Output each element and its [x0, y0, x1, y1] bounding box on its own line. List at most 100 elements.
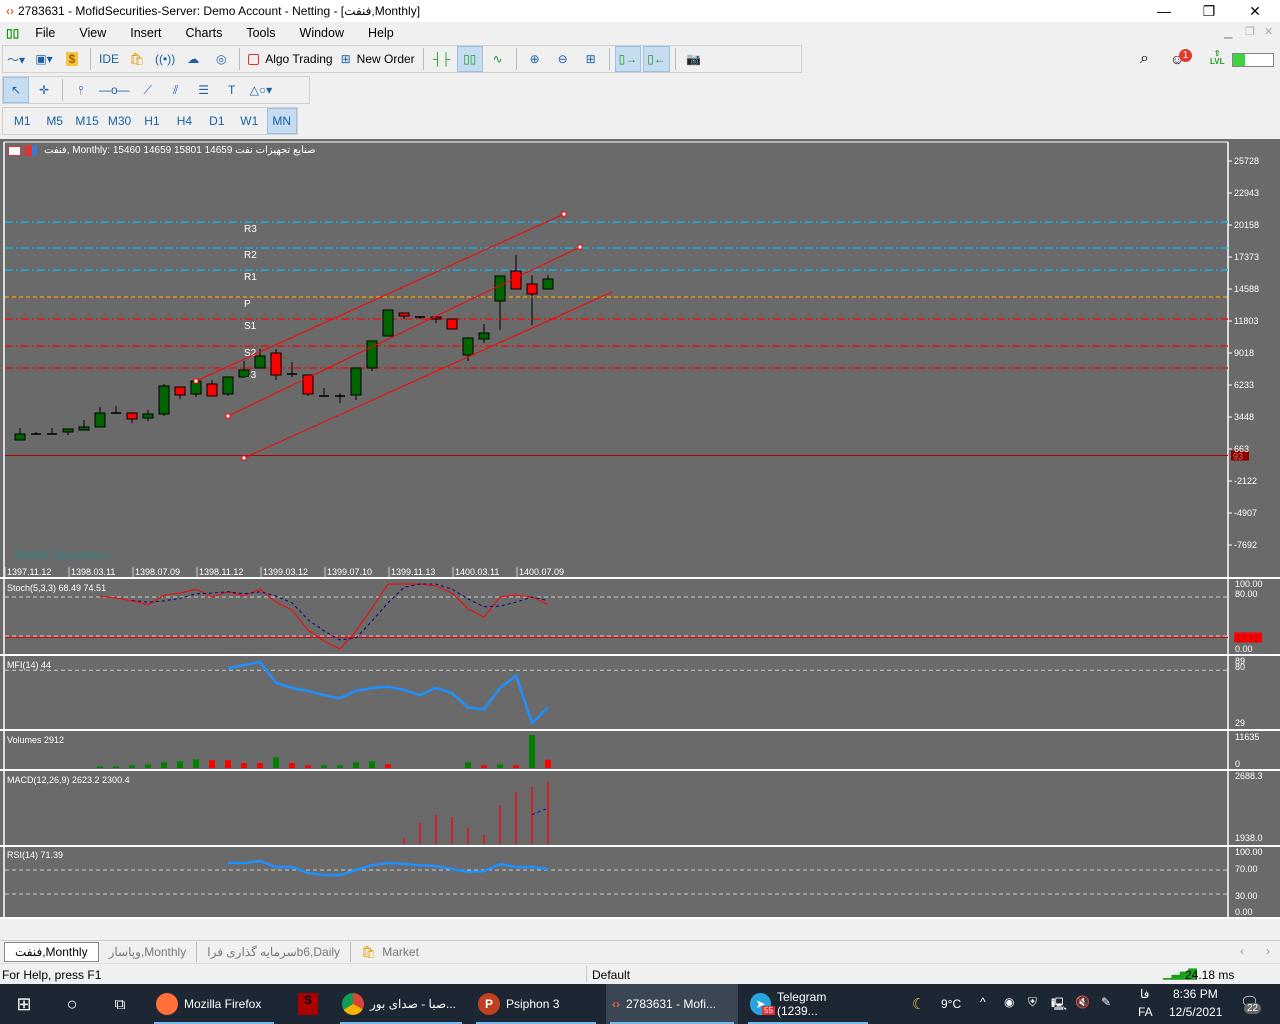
- shapes-button[interactable]: △○▾: [247, 77, 276, 103]
- equidistant-channel-button[interactable]: ⫽: [163, 77, 189, 103]
- menu-tools[interactable]: Tools: [234, 26, 287, 40]
- show-hidden-icons[interactable]: ^: [980, 995, 986, 1009]
- market-bag-button[interactable]: 🛍: [124, 46, 150, 72]
- taskbar-psiphon[interactable]: P Psiphon 3: [472, 984, 600, 1024]
- clock-time[interactable]: 8:36 PM: [1173, 987, 1218, 1001]
- pen-icon[interactable]: ✎: [1101, 995, 1111, 1009]
- algo-trading-button[interactable]: Algo Trading: [245, 46, 335, 72]
- community-button[interactable]: ◎: [208, 46, 234, 72]
- timeframe-m30[interactable]: M30: [104, 108, 134, 134]
- chart-window[interactable]: R3 R2 R1 P S1 S2 S3 25728 22943 20158 17373 14588 11…: [0, 139, 1280, 919]
- ide-button[interactable]: IDE: [96, 46, 122, 72]
- text-button[interactable]: T: [219, 77, 245, 103]
- shopping-bag-icon: 🛍: [361, 944, 377, 959]
- indicators-button[interactable]: ▣▾: [31, 46, 57, 72]
- timeframe-w1[interactable]: W1: [234, 108, 264, 134]
- chart-type-button[interactable]: 〜▾: [3, 46, 29, 72]
- menu-insert[interactable]: Insert: [118, 26, 173, 40]
- weather-moon-icon[interactable]: ☾: [912, 995, 925, 1013]
- new-order-button[interactable]: ⊞ New Order: [338, 46, 418, 72]
- menu-file[interactable]: File: [23, 26, 67, 40]
- separator: [90, 48, 91, 70]
- zoom-out-button[interactable]: ⊖: [550, 46, 576, 72]
- signals-button[interactable]: ((•)): [152, 46, 178, 72]
- menu-charts[interactable]: Charts: [174, 26, 235, 40]
- network-icon[interactable]: 🖳: [1051, 995, 1067, 1016]
- child-restore-button[interactable]: ❐: [1245, 25, 1255, 38]
- candle-body: [158, 385, 170, 415]
- vps-button[interactable]: ☁: [180, 46, 206, 72]
- candle-body: [350, 367, 362, 396]
- taskbar-metatrader[interactable]: ‹› 2783631 - Mofi...: [606, 984, 738, 1024]
- volume-muted-icon[interactable]: 🔇: [1075, 995, 1090, 1009]
- help-text: For Help, press F1: [2, 968, 102, 982]
- vertical-line-button[interactable]: ⫯: [68, 77, 94, 103]
- timeframe-mn[interactable]: MN: [266, 108, 298, 134]
- screenshot-button[interactable]: 📷: [681, 46, 707, 72]
- timeframe-m5[interactable]: M5: [39, 108, 69, 134]
- task-view-button[interactable]: ⧉: [104, 984, 136, 1024]
- volume-bar: [113, 766, 119, 768]
- status-bar: For Help, press F1 Default ▁▃▅▇ 24.18 ms: [0, 963, 1280, 984]
- line-chart-button[interactable]: ∿: [485, 46, 511, 72]
- zoom-in-button[interactable]: ⊕: [522, 46, 548, 72]
- tile-windows-button[interactable]: ⊞: [578, 46, 604, 72]
- bar-chart-button[interactable]: ┤├: [429, 46, 455, 72]
- taskbar-app-s[interactable]: S: [292, 984, 324, 1024]
- rsi-tick-label: 30.00: [1235, 891, 1258, 901]
- price-chart[interactable]: R3R2R1PS1S2S3257282294320158173731458811…: [0, 139, 1280, 919]
- timeframe-h4[interactable]: H4: [169, 108, 199, 134]
- rsi-line: [228, 859, 549, 877]
- tab-investment-daily[interactable]: سرمایه گذاری فراb6,Daily: [197, 941, 352, 962]
- timeframe-m1[interactable]: M1: [7, 108, 37, 134]
- volume-bar: [289, 762, 295, 768]
- cursor-button[interactable]: ↖: [3, 77, 29, 103]
- tab-vpasar-monthly[interactable]: وپاسار,Monthly: [99, 941, 198, 962]
- weather-temp[interactable]: 9°C: [941, 997, 961, 1011]
- candlestick-button[interactable]: ▯▯: [456, 46, 483, 72]
- candle-body: [254, 355, 266, 369]
- tab-fanaft-monthly[interactable]: فنفت,Monthly: [4, 941, 99, 962]
- candle-body: [542, 278, 554, 290]
- level-up-icon[interactable]: ⇧ LVL: [1210, 50, 1225, 66]
- tab-market[interactable]: 🛍 Market: [351, 942, 429, 962]
- volume-bar: [385, 764, 391, 768]
- language-fa-script[interactable]: فا: [1140, 987, 1149, 1001]
- minimize-button[interactable]: —: [1141, 0, 1187, 22]
- stoch-tick-label: 100.00: [1235, 579, 1263, 589]
- notification-badge: 1: [1179, 49, 1192, 62]
- child-close-button[interactable]: ✕: [1264, 25, 1273, 38]
- horizontal-line-button[interactable]: —o—: [96, 77, 133, 103]
- tabs-scroll-right[interactable]: ›: [1266, 944, 1270, 958]
- maximize-button[interactable]: ❐: [1186, 0, 1232, 22]
- mfi-line: [227, 660, 549, 726]
- search-button[interactable]: ○: [56, 984, 88, 1024]
- tabs-scroll-left[interactable]: ‹: [1240, 944, 1244, 958]
- language-indicator[interactable]: FA: [1138, 1005, 1153, 1019]
- taskbar-firefox[interactable]: Mozilla Firefox: [150, 984, 278, 1024]
- clock-date[interactable]: 12/5/2021: [1169, 1005, 1222, 1019]
- shield-icon[interactable]: ⛨: [1028, 995, 1037, 1010]
- menu-view[interactable]: View: [67, 26, 118, 40]
- fibonacci-button[interactable]: ☰: [191, 77, 217, 103]
- chart-shift-button[interactable]: ▯←: [643, 46, 670, 72]
- timeframe-d1[interactable]: D1: [202, 108, 232, 134]
- close-button[interactable]: ✕: [1232, 0, 1278, 22]
- trendline-button[interactable]: ⟋: [135, 77, 161, 103]
- market-button[interactable]: $: [59, 46, 85, 72]
- taskbar-telegram[interactable]: ➤ Telegram (1239... 55: [744, 984, 872, 1024]
- auto-scroll-button[interactable]: ▯→: [614, 46, 642, 72]
- battery-fill: [1233, 54, 1245, 66]
- child-minimize-button[interactable]: ▁: [1224, 26, 1232, 39]
- globe-icon[interactable]: ◉: [1004, 995, 1014, 1009]
- timeframe-h1[interactable]: H1: [137, 108, 167, 134]
- persian-time-label: 1397.11.12: [7, 567, 51, 577]
- price-tick-label: -4907: [1234, 508, 1257, 518]
- taskbar-chrome[interactable]: صبا - صدای بور...: [336, 984, 466, 1024]
- crosshair-button[interactable]: ✛: [31, 77, 57, 103]
- menu-help[interactable]: Help: [356, 26, 406, 40]
- timeframe-m15[interactable]: M15: [72, 108, 102, 134]
- start-button[interactable]: ⊞: [6, 984, 42, 1024]
- search-icon[interactable]: ⌕: [1140, 50, 1149, 68]
- menu-window[interactable]: Window: [288, 26, 356, 40]
